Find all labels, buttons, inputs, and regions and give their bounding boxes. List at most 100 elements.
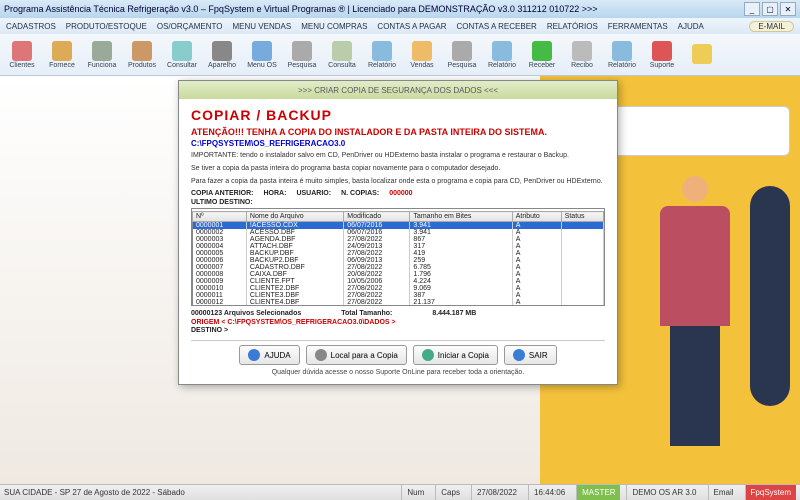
menu-ajuda[interactable]: AJUDA <box>678 22 704 31</box>
toolbar-funciona[interactable]: Funciona <box>84 36 120 74</box>
table-row[interactable]: 0000012CLIENTE4.DBF27/08/202221.137A <box>193 299 604 306</box>
table-row[interactable]: 0000007CADASTRO.DBF27/08/20226.785A <box>193 264 604 271</box>
label-ultimo-destino: ULTIMO DESTINO: <box>191 199 253 206</box>
dialog-warning: ATENÇÃO!!! TENHA A COPIA DO INSTALADOR E… <box>191 127 605 137</box>
person-illustration <box>650 176 740 436</box>
menu-cadastros[interactable]: CADASTROS <box>6 22 56 31</box>
toolbar-icon <box>692 44 712 64</box>
status-time: 16:44:06 <box>528 485 570 500</box>
menu-vendas[interactable]: MENU VENDAS <box>233 22 292 31</box>
col-header[interactable]: Nome do Arquivo <box>246 212 343 222</box>
toolbar-clientes[interactable]: Clientes <box>4 36 40 74</box>
toolbar-label: Relatório <box>368 62 396 69</box>
label-hora: HORA: <box>263 190 286 197</box>
table-row[interactable]: 0000008CAIXA.DBF20/08/20221.796A <box>193 271 604 278</box>
toolbar-consultar[interactable]: Consultar <box>164 36 200 74</box>
toolbar-label: Consultar <box>167 62 197 69</box>
toolbar-label: Pesquisa <box>448 62 477 69</box>
status-num: Num <box>401 485 429 500</box>
toolbar-recibo[interactable]: Recibo <box>564 36 600 74</box>
label-copia-anterior: COPIA ANTERIOR: <box>191 190 253 197</box>
status-fpq[interactable]: FpqSystem <box>745 485 796 500</box>
toolbar-produtos[interactable]: Produtos <box>124 36 160 74</box>
toolbar-icon <box>412 41 432 61</box>
toolbar-relatório[interactable]: Relatório <box>604 36 640 74</box>
files-table: NºNome do ArquivoModificadoTamanho em Bi… <box>192 211 604 306</box>
menu-os[interactable]: OS/ORÇAMENTO <box>157 22 223 31</box>
install-path: C:\FPQSYSTEM\OS_REFRIGERACAO3.0 <box>191 139 605 148</box>
toolbar-receber[interactable]: Receber <box>524 36 560 74</box>
menubar: CADASTROS PRODUTO/ESTOQUE OS/ORÇAMENTO M… <box>0 18 800 34</box>
email-button[interactable]: E-MAIL <box>749 21 794 32</box>
ajuda-button[interactable]: AJUDA <box>239 345 299 365</box>
table-row[interactable]: 0000009CLIENTE.FPT10/05/20064.224A <box>193 278 604 285</box>
toolbar-label: Aparelho <box>208 62 236 69</box>
toolbar-icon <box>252 41 272 61</box>
table-row[interactable]: 0000002ACESSO.DBF06/07/20163.941A <box>193 229 604 236</box>
note-line: Se tiver a copia da pasta inteira do pro… <box>191 165 605 174</box>
toolbar-aparelho[interactable]: Aparelho <box>204 36 240 74</box>
toolbar-icon <box>612 41 632 61</box>
toolbar-icon <box>652 41 672 61</box>
toolbar-icon <box>452 41 472 61</box>
menu-ferramentas[interactable]: FERRAMENTAS <box>608 22 668 31</box>
dialog-footer-note: Qualquer dúvida acesse o nosso Suporte O… <box>191 369 605 376</box>
toolbar-icon <box>372 41 392 61</box>
toolbar-relatório[interactable]: Relatório <box>484 36 520 74</box>
toolbar-label: Fornece <box>49 62 75 69</box>
table-row[interactable]: 0000011CLIENTE3.DBF27/08/2022387A <box>193 292 604 299</box>
toolbar-label: Consulta <box>328 62 356 69</box>
toolbar-icon <box>172 41 192 61</box>
col-header[interactable]: Modificado <box>344 212 410 222</box>
toolbar-label: Menu OS <box>247 62 277 69</box>
table-row[interactable]: 0000004ATTACH.DBF24/09/2013317A <box>193 243 604 250</box>
folder-icon <box>315 349 327 361</box>
toolbar-suporte[interactable]: Suporte <box>644 36 680 74</box>
iniciar-copia-button[interactable]: Iniciar a Copia <box>413 345 498 365</box>
total-size-label: Total Tamanho: <box>341 310 392 317</box>
table-row[interactable]: 0000010CLIENTE2.DBF27/08/20229.069A <box>193 285 604 292</box>
value-ncopias: 000000 <box>389 190 412 197</box>
status-date: 27/08/2022 <box>471 485 522 500</box>
maximize-button[interactable]: ▢ <box>762 2 778 16</box>
label-ncopias: N. COPIAS: <box>341 190 379 197</box>
statusbar: SUA CIDADE - SP 27 de Agosto de 2022 - S… <box>0 484 800 500</box>
table-row[interactable]: 0000003AGENDA.DBF27/08/2022867A <box>193 236 604 243</box>
local-copia-button[interactable]: Local para a Copia <box>306 345 407 365</box>
dialog-titlebar[interactable]: >>> CRIAR COPIA DE SEGURANÇA DOS DADOS <… <box>179 81 617 99</box>
sair-button[interactable]: SAIR <box>504 345 557 365</box>
dialog-heading: COPIAR / BACKUP <box>191 107 605 123</box>
toolbar-consulta[interactable]: Consulta <box>324 36 360 74</box>
menu-relatorios[interactable]: RELATÓRIOS <box>547 22 598 31</box>
minimize-button[interactable]: _ <box>744 2 760 16</box>
toolbar-fornece[interactable]: Fornece <box>44 36 80 74</box>
toolbar-label: Suporte <box>650 62 675 69</box>
toolbar-pesquisa[interactable]: Pesquisa <box>444 36 480 74</box>
toolbar-label: Relatório <box>488 62 516 69</box>
close-button[interactable]: ✕ <box>780 2 796 16</box>
menu-pagar[interactable]: CONTAS A PAGAR <box>377 22 446 31</box>
col-header[interactable]: Status <box>561 212 603 222</box>
table-row[interactable]: 0000001!ACESSO.CDX06/07/20163.941A <box>193 222 604 230</box>
destino-label: DESTINO > <box>191 327 228 334</box>
toolbar-vendas[interactable]: Vendas <box>404 36 440 74</box>
col-header[interactable]: Tamanho em Bites <box>410 212 512 222</box>
table-row[interactable]: 0000005BACKUP.DBF27/08/2022419A <box>193 250 604 257</box>
toolbar-label: Receber <box>529 62 555 69</box>
col-header[interactable]: Nº <box>193 212 247 222</box>
window-titlebar: Programa Assistência Técnica Refrigeraçã… <box>0 0 800 18</box>
status-email[interactable]: Email <box>708 485 739 500</box>
toolbar-pesquisa[interactable]: Pesquisa <box>284 36 320 74</box>
toolbar-relatório[interactable]: Relatório <box>364 36 400 74</box>
menu-produto[interactable]: PRODUTO/ESTOQUE <box>66 22 147 31</box>
files-table-wrap[interactable]: NºNome do ArquivoModificadoTamanho em Bi… <box>191 208 605 306</box>
col-header[interactable]: Atributo <box>512 212 561 222</box>
toolbar-icon <box>52 41 72 61</box>
toolbar-label: Relatório <box>608 62 636 69</box>
toolbar-menu os[interactable]: Menu OS <box>244 36 280 74</box>
table-row[interactable]: 0000006BACKUP2.DBF06/09/2013259A <box>193 257 604 264</box>
menu-receber[interactable]: CONTAS A RECEBER <box>456 22 536 31</box>
toolbar-icon <box>92 41 112 61</box>
toolbar-btn17[interactable] <box>684 36 720 74</box>
menu-compras[interactable]: MENU COMPRAS <box>301 22 367 31</box>
